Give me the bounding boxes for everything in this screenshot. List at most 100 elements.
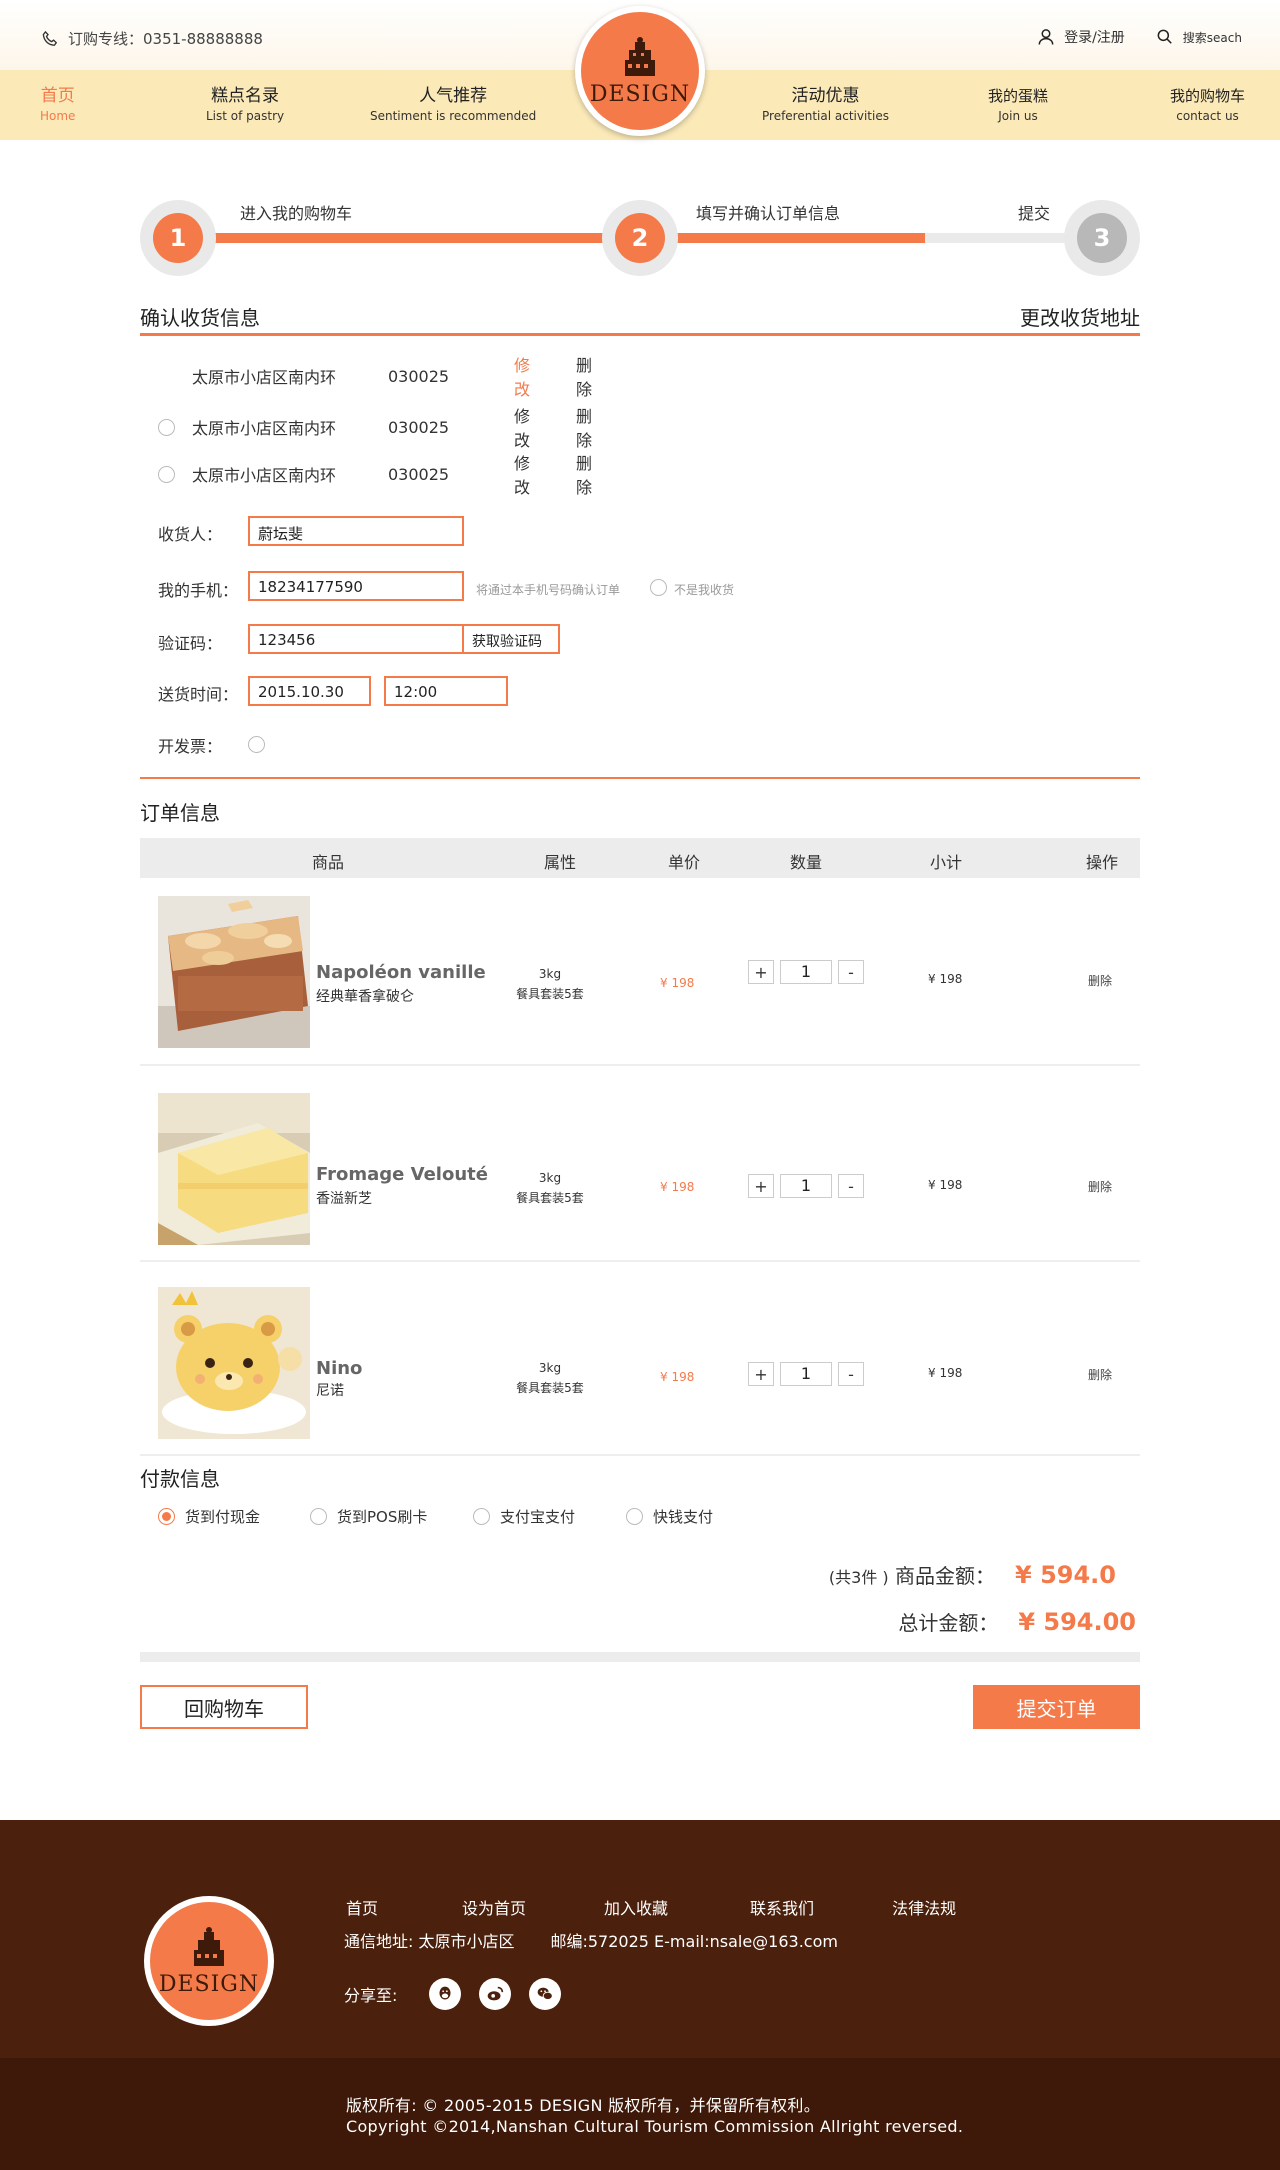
payment-option-pos[interactable]: 货到POS刷卡 bbox=[310, 1506, 427, 1527]
step-1-label: 进入我的购物车 bbox=[240, 204, 353, 223]
nav-pastry-list[interactable]: 糕点名录 List of pastry bbox=[206, 86, 284, 124]
step-2-label: 填写并确认订单信息 bbox=[696, 204, 841, 223]
address-text: 太原市小店区南内环 bbox=[192, 368, 337, 387]
receiver-label: 收货人： bbox=[158, 525, 223, 544]
receiver-input[interactable]: 蔚坛斐 bbox=[248, 516, 464, 546]
product-attributes: 3kg 餐具套装5套 bbox=[490, 1358, 610, 1398]
address-radio[interactable] bbox=[158, 465, 175, 483]
nav-recommended[interactable]: 人气推荐 Sentiment is recommended bbox=[370, 86, 536, 124]
product-image[interactable] bbox=[158, 896, 310, 1048]
logo-badge: DESIGN bbox=[581, 12, 699, 130]
nav-recommended-cn: 人气推荐 bbox=[419, 86, 488, 106]
delivery-time-input[interactable]: 12:00 bbox=[384, 676, 508, 706]
table-row: Napoléon vanille 经典華香拿破仑 3kg 餐具套装5套 ¥ 19… bbox=[140, 896, 1140, 1066]
shipping-title: 确认收货信息 bbox=[140, 306, 260, 330]
invoice-radio[interactable] bbox=[248, 736, 265, 753]
delivery-date-input[interactable]: 2015.10.30 bbox=[248, 676, 371, 706]
payment-radio[interactable] bbox=[158, 1508, 175, 1525]
cake-logo-icon bbox=[194, 1926, 224, 1966]
footer-contact-info: 通信地址: 太原市小店区 邮编:572025 E-mail:nsale@163.… bbox=[344, 1928, 838, 1952]
footer-link-contact[interactable]: 联系我们 bbox=[750, 1895, 814, 1919]
product-set: 餐具套装5套 bbox=[516, 987, 584, 1001]
logo-text: DESIGN bbox=[589, 81, 691, 107]
quantity-input[interactable]: 1 bbox=[780, 1174, 832, 1198]
footer-link-home[interactable]: 首页 bbox=[346, 1895, 378, 1919]
address-delete-link[interactable]: 删除 bbox=[576, 352, 592, 400]
footer-logo[interactable]: DESIGN bbox=[144, 1896, 274, 2026]
address-zip: 030025 bbox=[388, 417, 450, 437]
nav-pastry-cn: 糕点名录 bbox=[211, 86, 280, 106]
nav-my-cart[interactable]: 我的购物车 contact us bbox=[1170, 86, 1245, 124]
address-delete-link[interactable]: 删除 bbox=[576, 450, 592, 498]
wechat-icon[interactable] bbox=[529, 1978, 562, 2010]
qq-icon[interactable] bbox=[429, 1978, 462, 2010]
nav-promotions[interactable]: 活动优惠 Preferential activities bbox=[762, 86, 889, 124]
step-3-number: 3 bbox=[1077, 213, 1127, 263]
payment-option-kuaiqian[interactable]: 快钱支付 bbox=[626, 1506, 713, 1527]
address-edit-link[interactable]: 修改 bbox=[514, 352, 530, 400]
product-name-en: Fromage Velouté bbox=[316, 1164, 488, 1185]
plus-button[interactable]: + bbox=[748, 1174, 774, 1198]
table-row: Nino 尼诺 3kg 餐具套装5套 ¥ 198 + 1 - ¥ 198 删除 bbox=[140, 1262, 1140, 1456]
payment-option-cash[interactable]: 货到付现金 bbox=[158, 1506, 260, 1527]
product-name-en: Napoléon vanille bbox=[316, 962, 486, 983]
search-link[interactable]: 搜索seach bbox=[1155, 27, 1242, 47]
back-to-cart-button[interactable]: 回购物车 bbox=[140, 1685, 308, 1729]
address-zip: 030025 bbox=[388, 464, 450, 484]
footer-link-set-home[interactable]: 设为首页 bbox=[462, 1895, 526, 1919]
site-logo[interactable]: DESIGN bbox=[575, 6, 705, 136]
get-code-button[interactable]: 获取验证码 bbox=[462, 624, 560, 654]
payment-header: 付款信息 bbox=[140, 1463, 1140, 1492]
payment-radio[interactable] bbox=[310, 1508, 327, 1525]
phone-icon bbox=[42, 30, 58, 46]
address-radio[interactable] bbox=[158, 418, 175, 436]
product-name-cn: 香溢新芝 bbox=[316, 1191, 372, 1207]
not-me-radio[interactable] bbox=[650, 579, 667, 596]
minus-button[interactable]: - bbox=[838, 960, 864, 984]
payment-option-label: 快钱支付 bbox=[653, 1508, 714, 1526]
payment-radio[interactable] bbox=[626, 1508, 643, 1525]
goods-amount-row: (共3件 ) 商品金额： ¥ 594.0 bbox=[829, 1560, 1116, 1589]
payment-radio[interactable] bbox=[473, 1508, 490, 1525]
weibo-icon[interactable] bbox=[479, 1978, 512, 2010]
address-edit-link[interactable]: 修改 bbox=[514, 450, 530, 498]
summary-divider bbox=[140, 1652, 1140, 1662]
login-link[interactable]: 登录/注册 bbox=[1036, 27, 1125, 47]
footer-link-favorite[interactable]: 加入收藏 bbox=[604, 1895, 668, 1919]
plus-button[interactable]: + bbox=[748, 960, 774, 984]
total-label: 总计金额： bbox=[898, 1611, 999, 1635]
quantity-input[interactable]: 1 bbox=[780, 960, 832, 984]
nav-home[interactable]: 首页 Home bbox=[40, 86, 75, 124]
product-image[interactable] bbox=[158, 1287, 310, 1439]
bear-cake-image bbox=[158, 1287, 310, 1439]
footer-link-legal[interactable]: 法律法规 bbox=[892, 1895, 956, 1919]
change-address-link[interactable]: 更改收货地址 bbox=[1020, 302, 1140, 331]
delete-item-link[interactable]: 删除 bbox=[1088, 1366, 1112, 1383]
address-text: 太原市小店区南内环 bbox=[192, 466, 337, 485]
delete-item-link[interactable]: 删除 bbox=[1088, 972, 1112, 989]
payment-option-alipay[interactable]: 支付宝支付 bbox=[473, 1506, 575, 1527]
cheese-cake-image bbox=[158, 1093, 310, 1245]
nav-promotions-en: Preferential activities bbox=[762, 109, 889, 123]
nav-recommended-en: Sentiment is recommended bbox=[370, 109, 537, 123]
payment-title: 付款信息 bbox=[140, 1467, 220, 1491]
submit-order-button[interactable]: 提交订单 bbox=[973, 1685, 1140, 1729]
plus-button[interactable]: + bbox=[748, 1362, 774, 1386]
product-name-en: Nino bbox=[316, 1358, 363, 1379]
quantity-stepper: + 1 - bbox=[748, 960, 864, 984]
search-label: 搜索seach bbox=[1182, 30, 1242, 45]
order-table-header: 商品 属性 单价 数量 小计 操作 bbox=[140, 838, 1140, 878]
nav-my-cakes[interactable]: 我的蛋糕 Join us bbox=[988, 86, 1048, 124]
footer-links: 首页 设为首页 加入收藏 联系我们 法律法规 bbox=[346, 1895, 956, 1919]
delete-item-link[interactable]: 删除 bbox=[1088, 1178, 1112, 1195]
minus-button[interactable]: - bbox=[838, 1362, 864, 1386]
phone-input[interactable]: 18234177590 bbox=[248, 571, 464, 601]
quantity-stepper: + 1 - bbox=[748, 1362, 864, 1386]
quantity-input[interactable]: 1 bbox=[780, 1362, 832, 1386]
product-subtotal: ¥ 198 bbox=[928, 972, 963, 986]
address-delete-link[interactable]: 删除 bbox=[576, 403, 592, 451]
product-image[interactable] bbox=[158, 1093, 310, 1245]
address-edit-link[interactable]: 修改 bbox=[514, 403, 530, 451]
code-input[interactable]: 123456 bbox=[248, 624, 464, 654]
minus-button[interactable]: - bbox=[838, 1174, 864, 1198]
